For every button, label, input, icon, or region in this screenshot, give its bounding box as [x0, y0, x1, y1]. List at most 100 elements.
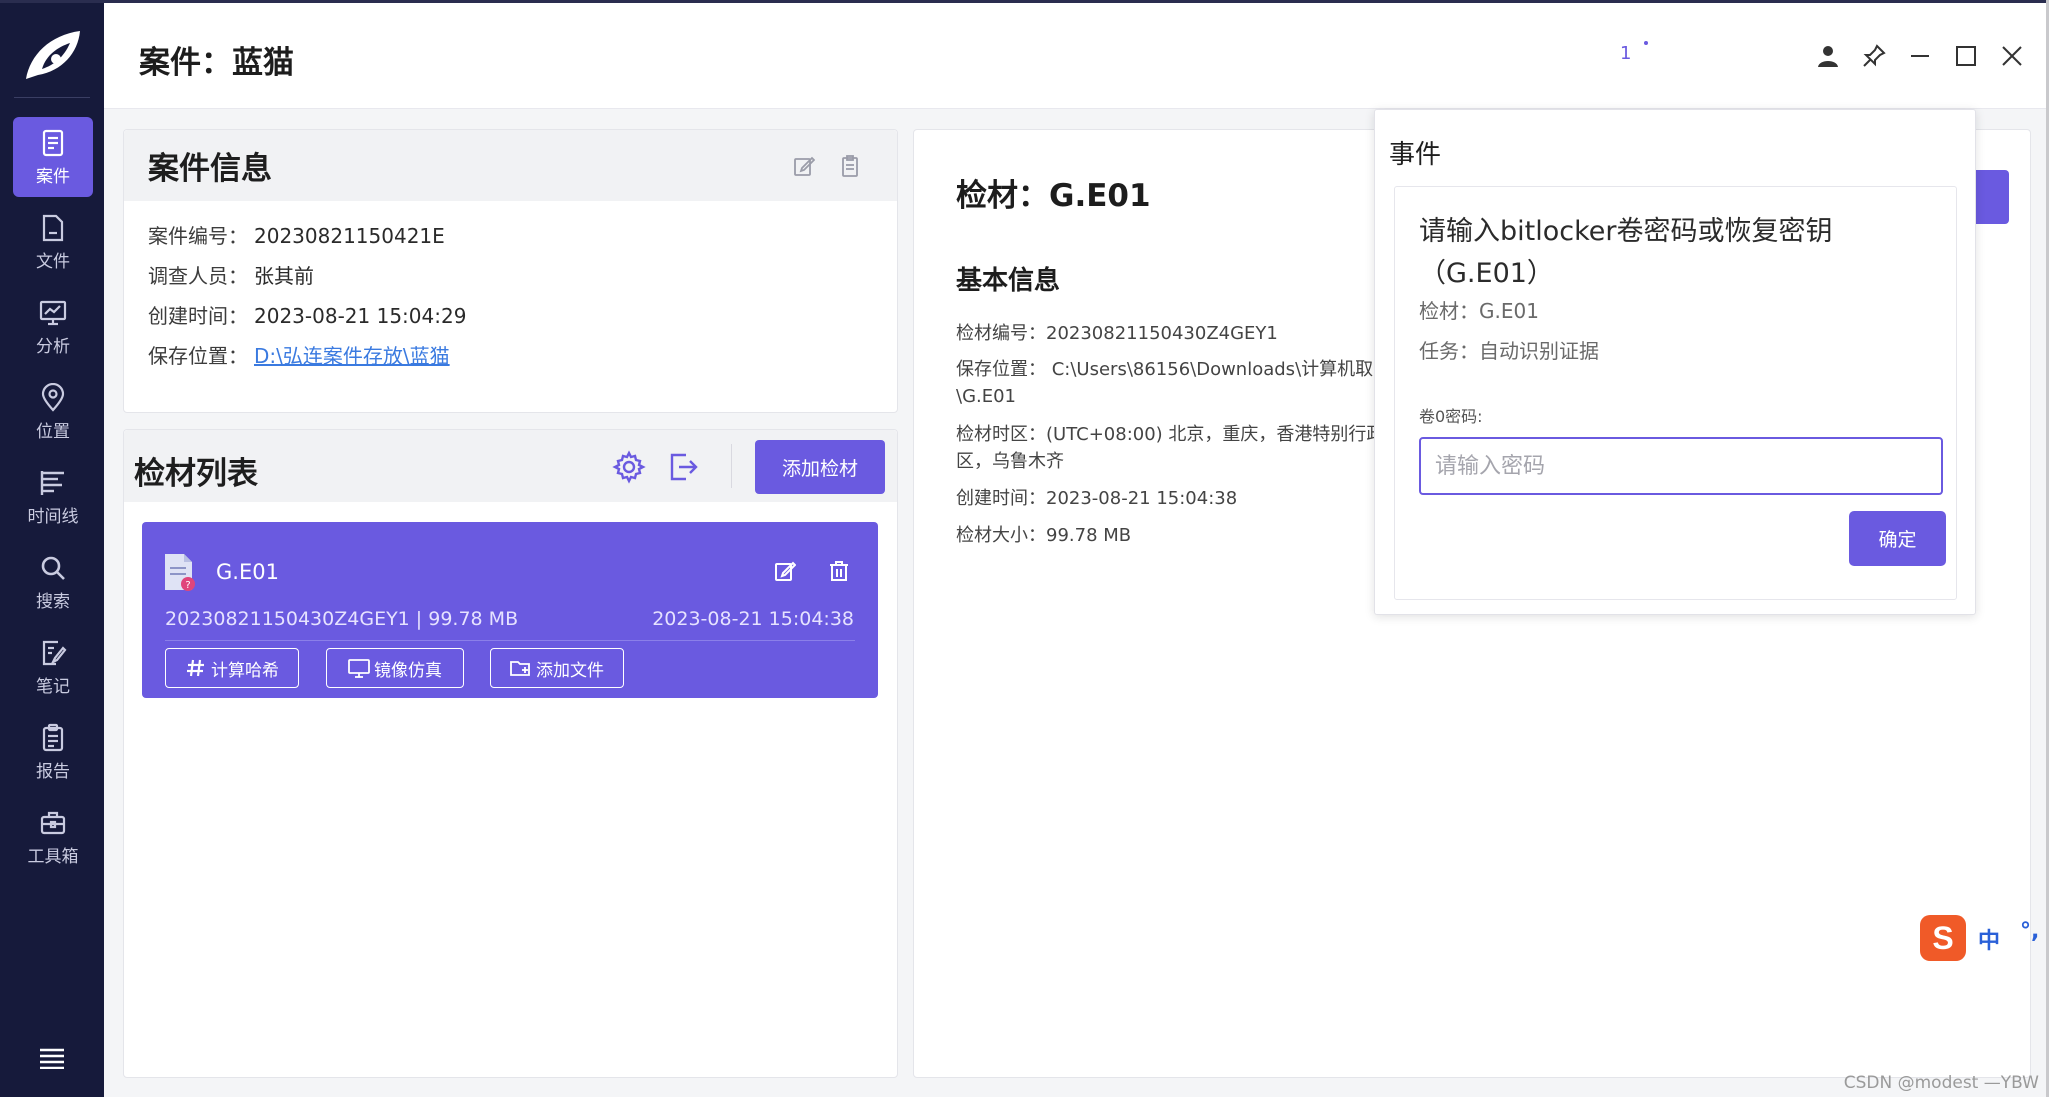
- evidence-path-row-cont: \G.E01: [956, 386, 1017, 407]
- search-icon: [41, 556, 65, 580]
- event-evidence: 检材：G.E01: [1419, 299, 1539, 323]
- sidebar-item-toolbox[interactable]: 工具箱: [13, 797, 93, 877]
- sidebar-item-label: 位置: [36, 421, 70, 442]
- evidence-meta: 20230821150430Z4GEY1 | 99.78 MB: [165, 608, 519, 630]
- note-icon: [42, 640, 67, 665]
- evidence-size-row: 检材大小：99.78 MB: [956, 525, 1132, 546]
- evidence-file-icon: ?: [165, 554, 195, 591]
- evidence-detail-title: 检材：G.E01: [956, 178, 1151, 214]
- sidebar-item-label: 工具箱: [27, 846, 79, 867]
- notification-dot: [1644, 41, 1648, 45]
- sidebar: 案件 文件 分析 位置 时间线 搜索 笔记 报告 工具箱: [0, 3, 104, 1097]
- ime-punctuation[interactable]: °,: [2020, 919, 2039, 944]
- sidebar-item-label: 案件: [36, 166, 70, 187]
- save-location-key: 保存位置：: [148, 344, 248, 368]
- gear-icon[interactable]: [612, 450, 646, 484]
- evidence-divider: [165, 640, 855, 641]
- created-time-row: 创建时间： 2023-08-21 15:04:29: [148, 300, 466, 329]
- add-evidence-button[interactable]: 添加检材: [755, 440, 885, 494]
- add-folder-icon: [510, 661, 530, 676]
- password-label: 卷0密码:: [1419, 407, 1483, 426]
- event-card: 请输入bitlocker卷密码或恢复密钥（G.E01） 检材：G.E01 任务：…: [1394, 186, 1957, 600]
- save-location-row: 保存位置： D:\弘连案件存放\蓝猫: [148, 340, 450, 369]
- case-number-key: 案件编号：: [148, 224, 248, 248]
- minimize-icon[interactable]: [1907, 43, 1933, 69]
- evidence-timezone-row-cont: 区，乌鲁木齐: [956, 451, 1064, 472]
- created-time-key: 创建时间：: [148, 304, 248, 328]
- image-emulation-label: 镜像仿真: [374, 660, 442, 680]
- report-icon: [42, 723, 64, 751]
- evidence-item[interactable]: ? G.E01 20230821150430Z4GEY1 | 99.78 MB …: [142, 522, 878, 698]
- sidebar-item-case[interactable]: 案件: [13, 117, 93, 197]
- notification-count[interactable]: 1: [1620, 43, 1631, 64]
- sidebar-item-label: 时间线: [27, 506, 79, 527]
- event-task: 任务：自动识别证据: [1419, 339, 1599, 363]
- sidebar-item-search[interactable]: 搜索: [13, 542, 93, 622]
- evidence-path-row: 保存位置： C:\Users\86156\Downloads\计算机取: [956, 359, 1374, 380]
- window-controls: [1815, 43, 2025, 69]
- case-number-row: 案件编号： 20230821150421E: [148, 220, 445, 249]
- image-emulation-button[interactable]: 镜像仿真: [326, 648, 464, 688]
- sidebar-item-timeline[interactable]: 时间线: [13, 457, 93, 537]
- user-icon[interactable]: [1815, 43, 1841, 69]
- event-popover: 事件 请输入bitlocker卷密码或恢复密钥（G.E01） 检材：G.E01 …: [1374, 109, 1976, 615]
- investigator-key: 调查人员：: [148, 264, 248, 288]
- case-info-header: 案件信息: [124, 130, 897, 201]
- file-icon: [42, 214, 64, 241]
- case-icon: [42, 129, 64, 156]
- ime-toolbar[interactable]: S 中 °,: [1920, 915, 2049, 961]
- calc-hash-button[interactable]: 计算哈希: [165, 648, 299, 688]
- clipboard-icon[interactable]: [839, 154, 861, 177]
- save-location-link[interactable]: D:\弘连案件存放\蓝猫: [254, 344, 450, 368]
- hamburger-menu-icon[interactable]: [38, 1047, 66, 1069]
- toolbox-icon: [40, 811, 66, 834]
- ime-mode[interactable]: 中: [1978, 923, 2000, 955]
- app-header: 案件：蓝猫: [104, 3, 2049, 109]
- sidebar-item-note[interactable]: 笔记: [13, 627, 93, 707]
- event-popover-title: 事件: [1389, 140, 1442, 170]
- evidence-number-row: 检材编号：20230821150430Z4GEY1: [956, 323, 1278, 344]
- sidebar-item-location[interactable]: 位置: [13, 372, 93, 452]
- investigator-value: 张其前: [254, 264, 314, 288]
- location-icon: [41, 382, 65, 412]
- delete-icon[interactable]: [828, 560, 850, 582]
- evidence-timezone-row: 检材时区：(UTC+08:00) 北京，重庆，香港特别行政: [956, 424, 1385, 445]
- basic-info-heading: 基本信息: [956, 266, 1061, 296]
- add-file-button[interactable]: 添加文件: [490, 648, 624, 688]
- case-info-card: 案件信息 案件编号： 20230821150421E 调查人员： 张其前 创建时间：…: [123, 129, 898, 413]
- page-title: 案件：蓝猫: [139, 45, 294, 81]
- close-icon[interactable]: [1999, 43, 2025, 69]
- evidence-created-row: 创建时间：2023-08-21 15:04:38: [956, 488, 1238, 509]
- edit-icon[interactable]: [774, 560, 796, 582]
- sidebar-item-analysis[interactable]: 分析: [13, 287, 93, 367]
- sidebar-item-label: 文件: [36, 251, 70, 272]
- maximize-icon[interactable]: [1953, 43, 1979, 69]
- case-info-title: 案件信息: [148, 151, 272, 187]
- event-message: 请输入bitlocker卷密码或恢复密钥（G.E01）: [1419, 216, 1833, 289]
- sidebar-item-label: 分析: [36, 336, 70, 357]
- evidence-list-title: 检材列表: [134, 456, 258, 492]
- sidebar-item-label: 报告: [36, 761, 70, 782]
- calc-hash-label: 计算哈希: [211, 660, 279, 680]
- timeline-icon: [40, 470, 64, 495]
- analysis-icon: [39, 300, 67, 325]
- password-input[interactable]: [1419, 437, 1943, 495]
- pin-icon[interactable]: [1861, 43, 1887, 69]
- hash-icon: [187, 659, 204, 677]
- export-icon[interactable]: [666, 450, 700, 484]
- sidebar-item-report[interactable]: 报告: [13, 712, 93, 792]
- evidence-list-card: 检材列表 添加检材 ? G.E01 20230821150430Z4GEY1 |…: [123, 429, 898, 1078]
- svg-text:?: ?: [185, 580, 190, 591]
- edit-icon[interactable]: [793, 155, 815, 177]
- app-window: 案件 文件 分析 位置 时间线 搜索 笔记 报告 工具箱 案件：蓝猫 1 案件信…: [0, 3, 2049, 1097]
- evidence-name: G.E01: [216, 560, 279, 584]
- sidebar-item-label: 搜索: [36, 591, 70, 612]
- watermark: CSDN @modest —YBW: [1843, 1073, 2039, 1093]
- sidebar-item-label: 笔记: [36, 676, 70, 697]
- sidebar-item-file[interactable]: 文件: [13, 202, 93, 282]
- monitor-icon: [348, 659, 370, 678]
- confirm-button[interactable]: 确定: [1849, 511, 1946, 566]
- app-logo-icon: [26, 31, 80, 79]
- case-number-value: 20230821150421E: [254, 224, 445, 248]
- investigator-row: 调查人员： 张其前: [148, 260, 314, 289]
